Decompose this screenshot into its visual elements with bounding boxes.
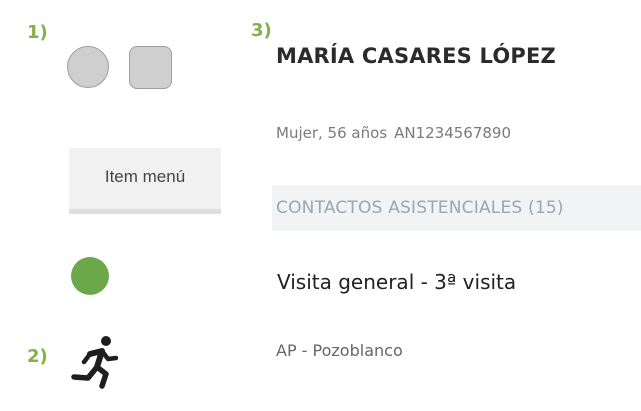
- section-marker-3: 3): [251, 20, 272, 41]
- visit-title: Visita general - 3ª visita: [277, 270, 517, 294]
- section-marker-1: 1): [27, 22, 48, 43]
- contacts-section-title: CONTACTOS ASISTENCIALES (15): [276, 198, 564, 218]
- square-button-sample[interactable]: [129, 46, 172, 89]
- round-button-sample[interactable]: [67, 46, 109, 88]
- menu-item-label: Item menú: [104, 166, 186, 186]
- patient-id: AN1234567890: [394, 124, 512, 142]
- menu-item[interactable]: Item menú: [69, 148, 221, 214]
- contacts-section-header[interactable]: CONTACTOS ASISTENCIALES (15): [272, 185, 641, 231]
- patient-demographics: Mujer, 56 años: [276, 124, 388, 142]
- status-dot-green: [71, 257, 109, 295]
- visit-location: AP - Pozoblanco: [276, 341, 403, 360]
- section-marker-2: 2): [27, 346, 48, 367]
- running-person-icon: [71, 336, 119, 389]
- patient-info: Mujer, 56 años AN1234567890: [276, 124, 511, 142]
- patient-name: MARÍA CASARES LÓPEZ: [276, 44, 556, 68]
